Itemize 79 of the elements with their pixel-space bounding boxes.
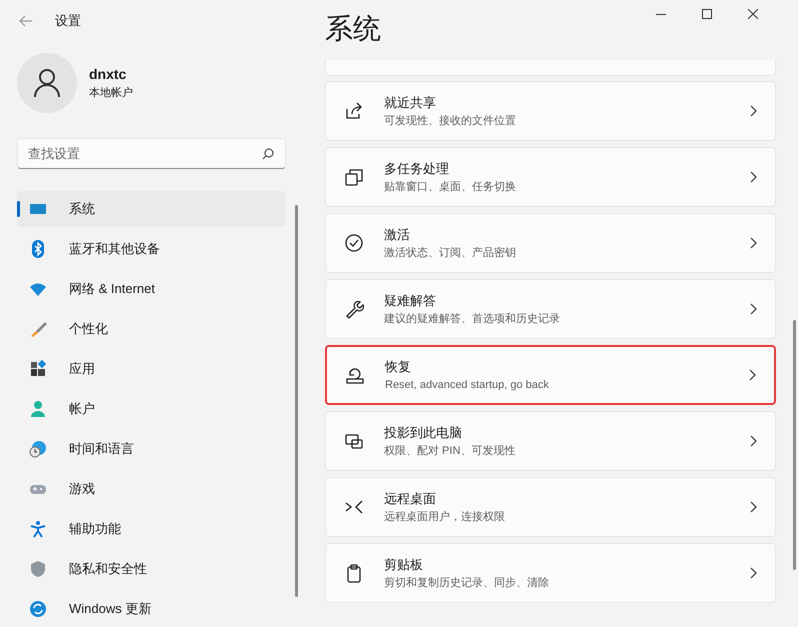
sidebar-item[interactable]: 网络 & Internet (17, 271, 286, 307)
sidebar-item[interactable]: Windows 更新 (17, 591, 286, 627)
card-subtitle: 贴靠窗口、桌面、任务切换 (384, 180, 517, 194)
chevron-right-icon (750, 237, 757, 249)
card-title: 远程桌面 (384, 490, 437, 508)
card-title: 恢复 (385, 358, 412, 376)
settings-card[interactable]: 多任务处理 贴靠窗口、桌面、任务切换 (325, 147, 776, 207)
settings-card[interactable]: 剪贴板 剪切和复制历史记录、同步、清除 (325, 543, 776, 603)
bluetooth-icon (29, 240, 47, 258)
card-title: 就近共享 (384, 94, 437, 112)
brush-icon (29, 320, 47, 338)
card-subtitle: 剪切和复制历史记录、同步、清除 (384, 576, 550, 590)
sidebar-label: 辅助功能 (69, 520, 121, 538)
card-subtitle: 建议的疑难解答、首选项和历史记录 (384, 312, 561, 326)
accessibility-icon (29, 520, 47, 538)
window-title: 设置 (55, 12, 81, 30)
maximize-icon (702, 9, 712, 19)
chevron-right-icon (749, 369, 756, 381)
sidebar-label: Windows 更新 (69, 600, 152, 618)
card-subtitle: 权限、配对 PIN、可发现性 (384, 444, 516, 458)
check-circle-icon (344, 233, 364, 253)
sidebar-item[interactable]: 系统 (17, 191, 286, 227)
chevron-right-icon (750, 567, 757, 579)
sidebar-label: 个性化 (69, 320, 108, 338)
sidebar-item[interactable]: 游戏 (17, 471, 286, 507)
scrollbar[interactable] (793, 320, 796, 570)
card-title: 激活 (384, 226, 411, 244)
user-name: dnxtc (89, 65, 128, 84)
sidebar-item[interactable]: 帐户 (17, 391, 286, 427)
chevron-right-icon (750, 435, 757, 447)
sidebar-label: 帐户 (69, 400, 95, 418)
sidebar-label: 应用 (69, 360, 95, 378)
card-subtitle: 激活状态、订阅、产品密钥 (384, 246, 517, 260)
share-icon (344, 101, 364, 121)
settings-card[interactable]: 疑难解答 建议的疑难解答、首选项和历史记录 (325, 279, 776, 339)
sidebar-label: 游戏 (69, 480, 95, 498)
person-icon (33, 68, 61, 98)
person-icon (29, 400, 47, 418)
back-arrow-icon[interactable] (19, 15, 33, 27)
sidebar-item[interactable]: 蓝牙和其他设备 (17, 231, 286, 267)
sidebar-item[interactable]: 个性化 (17, 311, 286, 347)
sidebar-label: 网络 & Internet (69, 280, 155, 298)
sidebar-item[interactable]: 应用 (17, 351, 286, 387)
sidebar-label: 隐私和安全性 (69, 560, 147, 578)
settings-card[interactable]: 就近共享 可发现性、接收的文件位置 (325, 81, 776, 141)
settings-card[interactable]: 远程桌面 远程桌面用户，连接权限 (325, 477, 776, 537)
sidebar-item[interactable]: 辅助功能 (17, 511, 286, 547)
sidebar-label: 系统 (69, 200, 95, 218)
shield-icon (29, 560, 47, 578)
apps-icon (29, 360, 47, 378)
sidebar-item[interactable]: 隐私和安全性 (17, 551, 286, 587)
settings-card[interactable]: 恢复 Reset, advanced startup, go back (325, 345, 776, 405)
sidebar-label: 蓝牙和其他设备 (69, 240, 160, 258)
selection-indicator (17, 201, 20, 217)
search-field[interactable]: 查找设置 (17, 138, 286, 169)
card-title: 多任务处理 (384, 160, 450, 178)
card-subtitle: 可发现性、接收的文件位置 (384, 114, 517, 128)
wrench-icon (344, 299, 364, 319)
close-icon (748, 9, 758, 19)
card-title: 投影到此电脑 (384, 424, 463, 442)
sidebar-item[interactable]: 时间和语言 (17, 431, 286, 467)
page-title: 系统 (325, 12, 381, 46)
account-type: 本地帐户 (89, 86, 133, 102)
settings-card[interactable]: 投影到此电脑 权限、配对 PIN、可发现性 (325, 411, 776, 471)
sidebar-label: 时间和语言 (69, 440, 134, 458)
card-title: 疑难解答 (384, 292, 437, 310)
windows-stack-icon (344, 167, 364, 187)
settings-card[interactable]: 激活 激活状态、订阅、产品密钥 (325, 213, 776, 273)
card-title: 剪贴板 (384, 556, 424, 574)
chevron-right-icon (750, 303, 757, 315)
card-subtitle: Reset, advanced startup, go back (385, 378, 550, 392)
chevron-right-icon (750, 501, 757, 513)
clock-globe-icon (29, 440, 47, 458)
chevron-right-icon (750, 105, 757, 117)
search-icon (262, 148, 274, 160)
scrollbar[interactable] (295, 205, 298, 597)
card-subtitle: 远程桌面用户，连接权限 (384, 510, 506, 524)
update-icon (29, 600, 47, 618)
chevron-right-icon (750, 171, 757, 183)
